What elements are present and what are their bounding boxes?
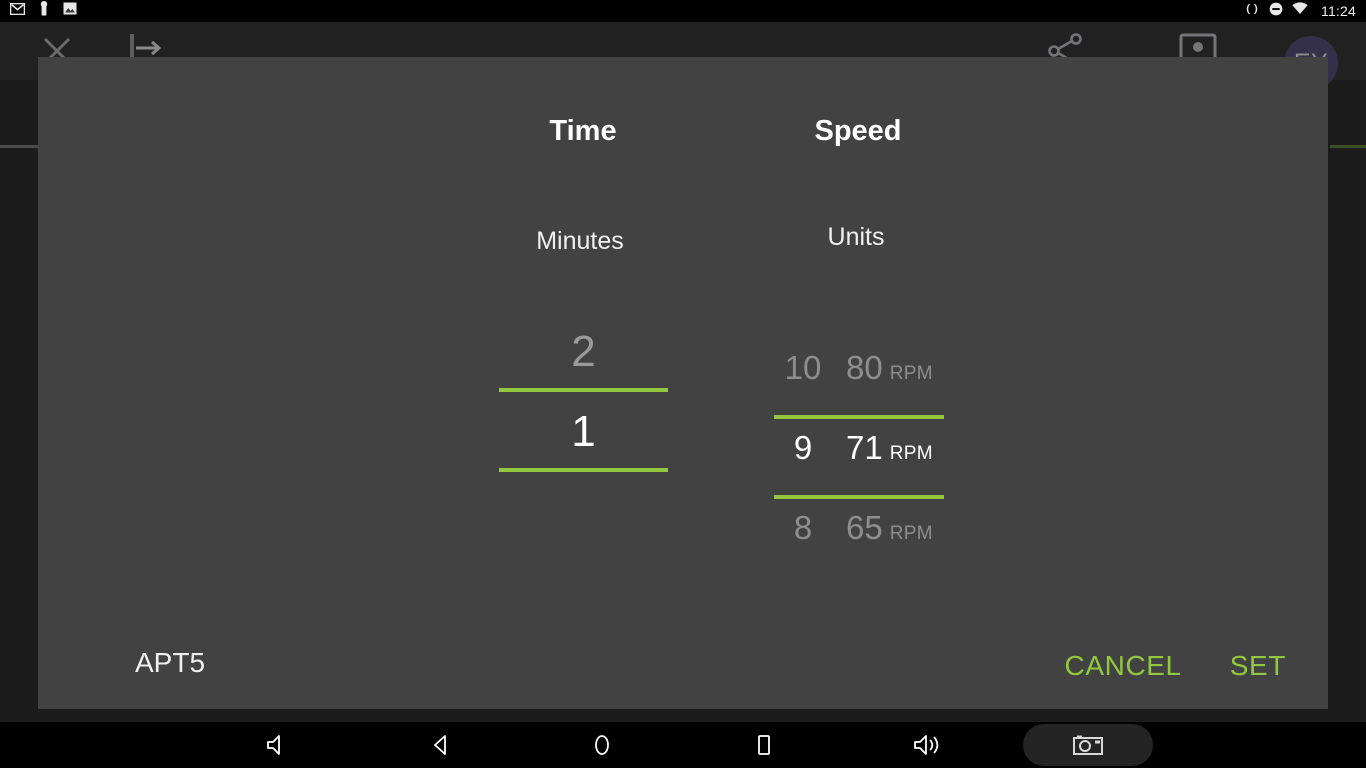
speed-option-next[interactable]: 8 65 RPM: [774, 509, 944, 589]
speed-option-unit: 8: [793, 509, 813, 546]
status-bar-system: 11:24: [1244, 2, 1356, 21]
device-label: APT5: [135, 647, 206, 678]
speed-option-rpm-label: RPM: [889, 443, 933, 464]
time-speed-dialog: Time Speed Minutes Units 2 1 10 80 RPM 9…: [38, 57, 1328, 709]
cancel-button[interactable]: CANCEL: [1065, 650, 1182, 682]
background-divider-right: [1330, 145, 1366, 148]
speed-option-rpm: 71: [846, 429, 883, 466]
label-units: Units: [827, 223, 885, 251]
speed-option-rpm-label: RPM: [889, 363, 933, 384]
wifi-icon: [1292, 2, 1308, 20]
speed-option-unit: 10: [784, 349, 822, 386]
dialog-headers: Time Speed: [38, 115, 1328, 155]
volume-down-icon[interactable]: [246, 722, 308, 768]
screen: EY: [0, 0, 1366, 768]
minutes-option-selected[interactable]: 1: [499, 392, 668, 472]
do-not-disturb-icon: [1269, 2, 1283, 21]
minutes-option-value: 2: [571, 327, 596, 376]
status-bar: 11:24: [0, 0, 1366, 22]
speed-picker[interactable]: 10 80 RPM 9 71 RPM 8 65 RPM: [774, 349, 944, 589]
minutes-option-previous[interactable]: 2: [499, 312, 668, 392]
vibrate-icon: [1244, 2, 1260, 21]
minutes-option-value: 1: [571, 407, 596, 456]
background-divider-left: [0, 145, 40, 148]
speed-option-rpm: 65: [846, 509, 883, 546]
header-speed: Speed: [814, 115, 902, 147]
speed-option-rpm-label: RPM: [889, 523, 933, 544]
back-icon[interactable]: [410, 722, 472, 768]
volume-up-icon[interactable]: [896, 722, 958, 768]
home-icon[interactable]: [571, 722, 633, 768]
speed-option-unit: 9: [793, 429, 813, 466]
speed-option-rpm: 80: [846, 349, 883, 386]
usb-icon: [39, 1, 49, 21]
status-clock: 11:24: [1321, 3, 1356, 19]
header-time: Time: [549, 115, 617, 147]
set-button[interactable]: SET: [1230, 650, 1286, 682]
dialog-actions: CANCEL SET: [1065, 650, 1286, 682]
gmail-icon: [9, 2, 26, 20]
minutes-picker[interactable]: 2 1: [499, 312, 668, 472]
speed-divider-bottom: [774, 495, 944, 499]
screenshot-image-icon: [63, 2, 77, 20]
navigation-bar: [0, 722, 1366, 768]
minutes-divider-bottom: [499, 468, 668, 472]
status-bar-notifications: [0, 1, 77, 21]
screenshot-camera-icon[interactable]: [1023, 724, 1153, 766]
speed-divider-top: [774, 415, 944, 419]
recents-icon[interactable]: [733, 722, 795, 768]
label-minutes: Minutes: [536, 227, 624, 255]
